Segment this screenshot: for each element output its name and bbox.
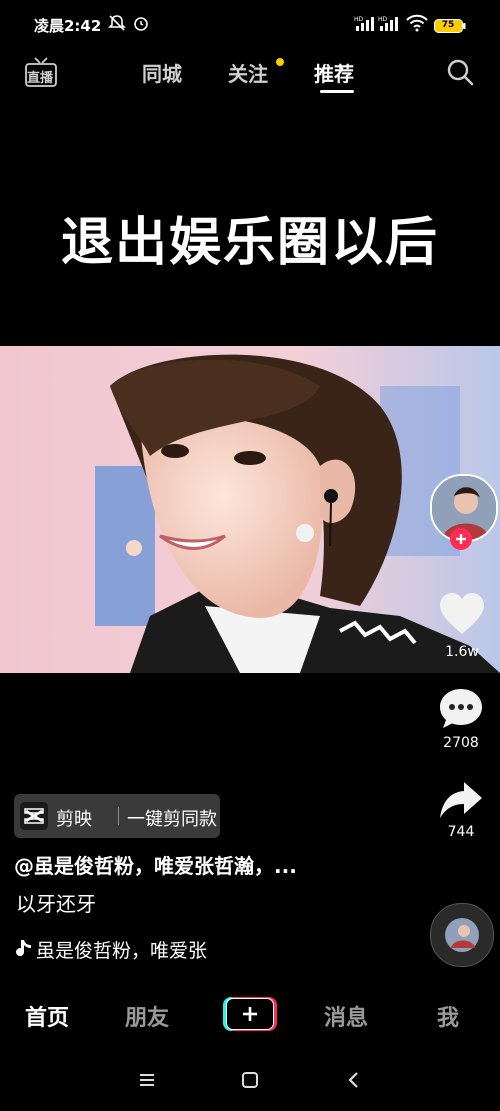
capcut-action: 一键剪同款 [127, 809, 217, 830]
share-count: 744 [447, 824, 475, 840]
tab-following[interactable]: 关注 [228, 58, 268, 87]
signal-hd-icon: HD HD [354, 14, 400, 36]
video-caption: 以牙还牙 [16, 892, 96, 916]
comment-icon[interactable] [438, 686, 484, 732]
follow-plus-button[interactable] [450, 528, 472, 550]
create-button[interactable] [223, 997, 277, 1031]
status-time: 凌晨2:42 [34, 17, 102, 35]
system-nav-bar [0, 1050, 500, 1111]
tab-recommend[interactable]: 推荐 [314, 58, 354, 87]
plus-icon [243, 1007, 257, 1021]
following-new-dot [276, 58, 284, 66]
top-nav: 直播 同城 关注 推荐 [0, 52, 500, 96]
video-frame[interactable] [0, 346, 500, 673]
music-note-icon [16, 940, 31, 957]
bottom-nav: 首页 朋友 消息 我 [0, 985, 500, 1045]
tab-nearby[interactable]: 同城 [142, 58, 182, 87]
capcut-divider [118, 807, 119, 825]
status-bar: 凌晨2:42 HD HD 75 [0, 0, 500, 52]
svg-text:HD: HD [354, 16, 364, 23]
live-button[interactable]: 直播 [24, 56, 58, 88]
nav-home[interactable]: 首页 [25, 1000, 69, 1032]
active-tab-indicator [320, 90, 354, 93]
plus-icon [456, 534, 466, 544]
music-disc[interactable] [430, 903, 494, 967]
author-name[interactable]: @虽是俊哲粉，唯爱张哲瀚，... [14, 850, 297, 879]
capcut-logo-icon [20, 802, 48, 830]
capcut-app-name: 剪映 [56, 809, 92, 830]
like-count: 1.6w [445, 644, 479, 660]
nav-friends[interactable]: 朋友 [125, 1000, 169, 1032]
back-icon[interactable] [346, 1071, 362, 1089]
battery-level: 75 [441, 20, 455, 30]
nav-messages[interactable]: 消息 [324, 1000, 368, 1032]
comment-count: 2708 [443, 735, 479, 751]
video-overlay-title: 退出娱乐圈以后 [60, 213, 439, 273]
heart-icon[interactable] [438, 592, 486, 636]
capcut-template-bar[interactable]: 剪映 一键剪同款 [14, 794, 220, 838]
alarm-icon [132, 14, 150, 36]
mute-bell-icon [108, 14, 126, 36]
music-title: 虽是俊哲粉，唯爱张 [36, 940, 208, 962]
wifi-icon [406, 14, 428, 36]
nav-me[interactable]: 我 [437, 1000, 459, 1032]
live-label: 直播 [27, 71, 54, 86]
share-icon[interactable] [438, 780, 484, 820]
home-square-icon[interactable] [241, 1071, 259, 1089]
search-icon[interactable] [446, 58, 474, 86]
svg-text:HD: HD [378, 16, 388, 23]
menu-icon[interactable] [138, 1072, 156, 1088]
